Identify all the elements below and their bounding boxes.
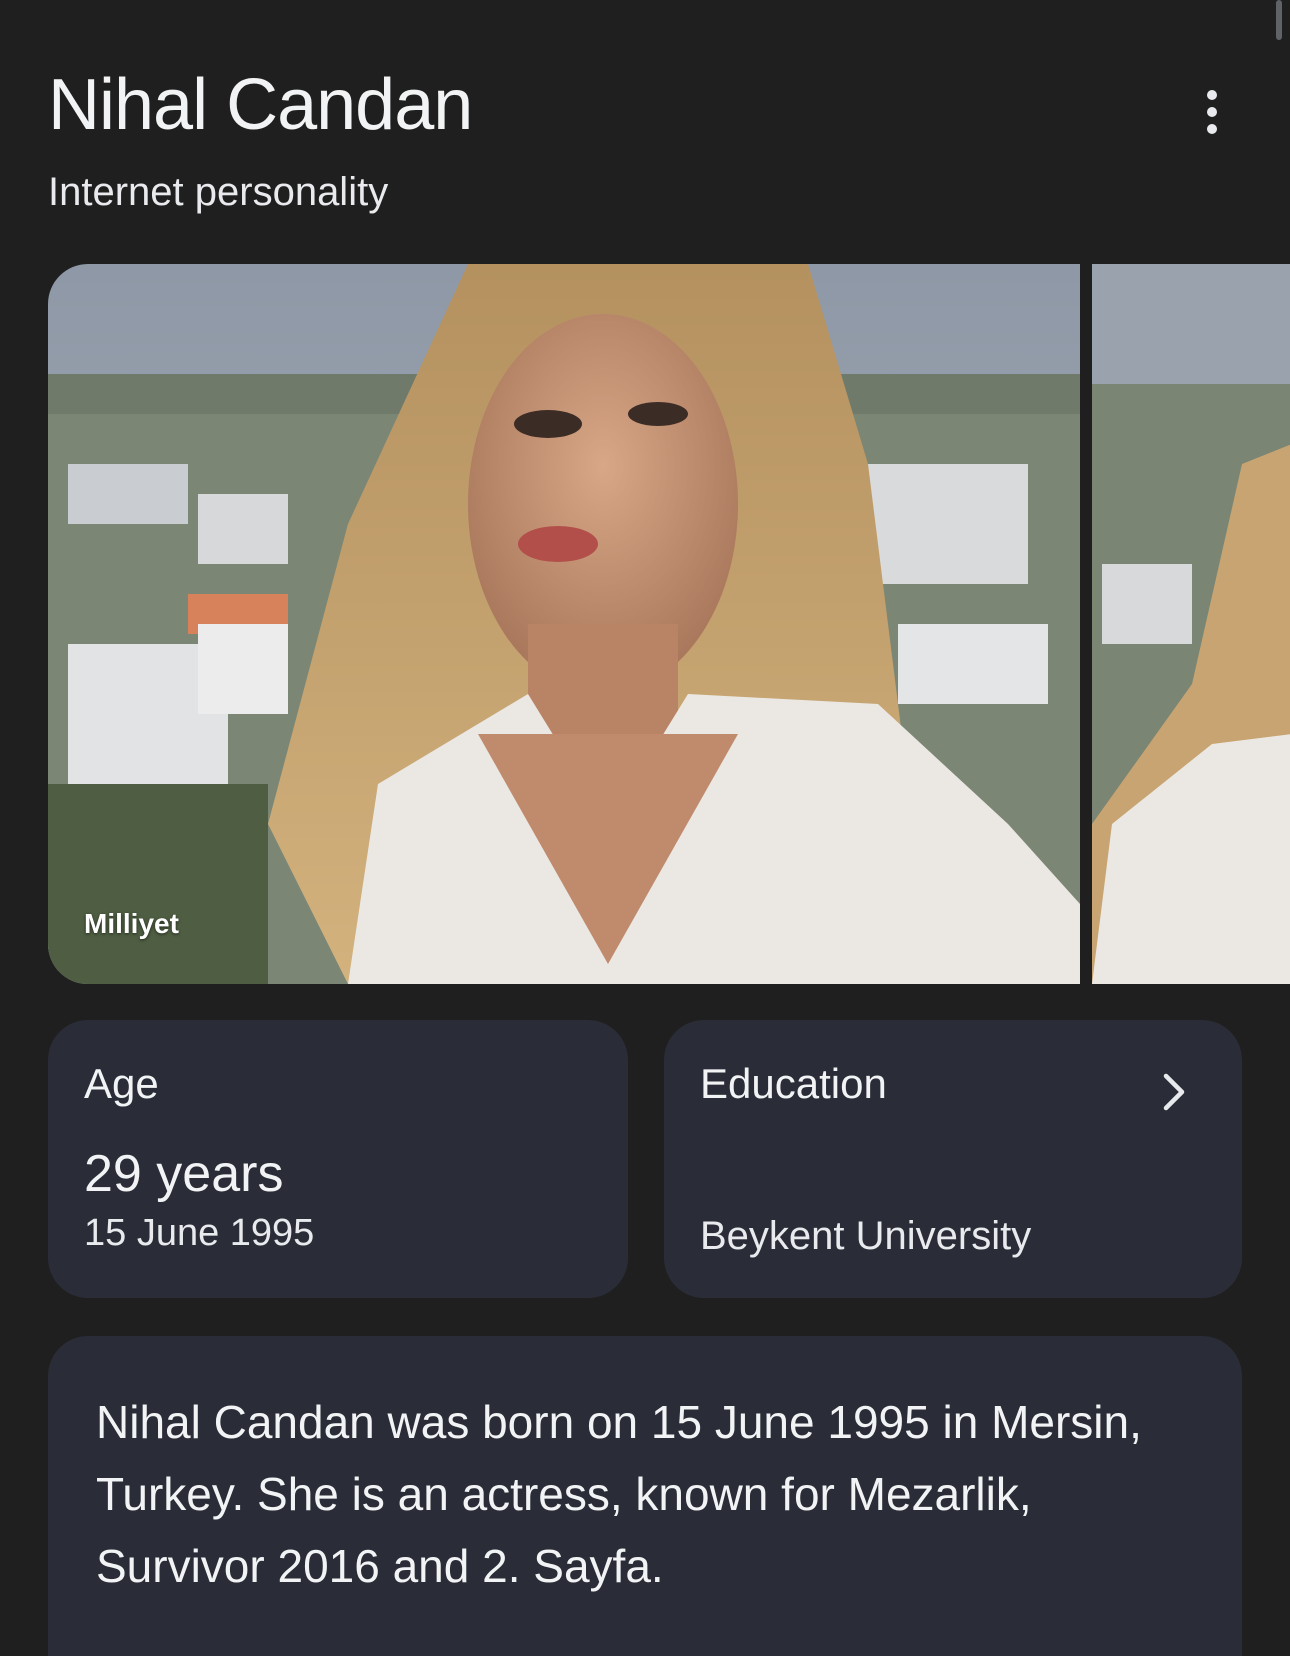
birth-date: 15 June 1995 [84,1212,315,1254]
image-source-label: Milliyet [84,908,179,939]
education-label: Education [700,1060,887,1107]
next-photo[interactable] [1092,264,1290,984]
main-photo[interactable]: Milliyet [48,264,1080,984]
knowledge-panel-header: Nihal Candan Internet personality [48,60,1238,215]
age-value: 29 years [84,1145,284,1203]
image-gallery[interactable]: Milliyet [48,264,1290,984]
age-label: Age [84,1060,159,1107]
more-options-button[interactable] [1194,90,1230,134]
more-vert-icon-dot [1207,107,1217,117]
more-vert-icon [1207,90,1217,100]
page-title: Nihal Candan [48,65,473,145]
description-card: Nihal Candan was born on 15 June 1995 in… [48,1336,1242,1656]
description-text: Nihal Candan was born on 15 June 1995 in… [96,1396,1142,1592]
education-card[interactable]: Education Beykent University [664,1020,1242,1298]
chevron-right-icon [1163,1073,1185,1111]
more-vert-icon-dot [1207,124,1217,134]
education-value: Beykent University [700,1214,1032,1258]
age-card: Age 29 years 15 June 1995 [48,1020,628,1298]
page-subtitle: Internet personality [48,170,389,214]
portrait-photo [48,264,1080,984]
scroll-indicator[interactable] [1276,0,1282,40]
next-portrait-photo [1092,264,1290,984]
